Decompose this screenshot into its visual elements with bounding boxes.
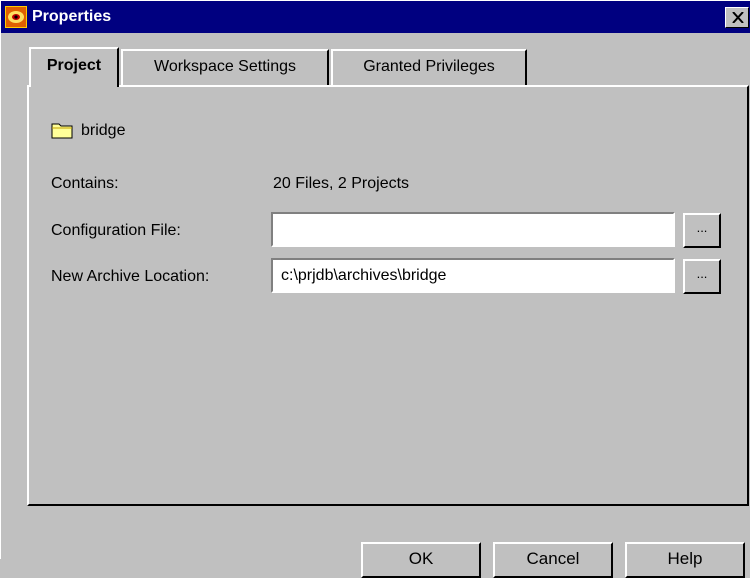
title-bar[interactable]: Properties [1, 1, 750, 33]
new-archive-location-label: New Archive Location: [51, 268, 210, 285]
configuration-file-browse-button[interactable]: ... [683, 213, 721, 248]
contains-label: Contains: [51, 175, 119, 192]
tab-label: Project [46, 57, 102, 74]
configuration-file-label: Configuration File: [51, 222, 181, 239]
tab-label: Workspace Settings [154, 58, 296, 75]
tab-project[interactable]: Project [29, 47, 119, 87]
tab-workspace-settings[interactable]: Workspace Settings [121, 49, 329, 85]
project-name: bridge [81, 122, 126, 139]
browse-label: ... [696, 266, 708, 281]
tab-granted-privileges[interactable]: Granted Privileges [331, 49, 527, 85]
app-icon [5, 6, 27, 28]
close-button[interactable] [725, 7, 749, 28]
ok-button[interactable]: OK [361, 542, 481, 578]
new-archive-location-input[interactable] [271, 258, 675, 293]
properties-dialog: Properties Project Workspace Settings Gr… [0, 0, 750, 578]
new-archive-location-browse-button[interactable]: ... [683, 259, 721, 294]
contains-value: 20 Files, 2 Projects [273, 175, 410, 192]
window-title: Properties [32, 8, 112, 25]
configuration-file-input[interactable] [271, 212, 675, 247]
folder-icon [51, 123, 73, 139]
tab-panel [27, 85, 749, 506]
tab-label: Granted Privileges [363, 58, 495, 75]
close-icon [732, 12, 744, 23]
browse-label: ... [696, 220, 708, 235]
cancel-button[interactable]: Cancel [493, 542, 613, 578]
help-button[interactable]: Help [625, 542, 745, 578]
